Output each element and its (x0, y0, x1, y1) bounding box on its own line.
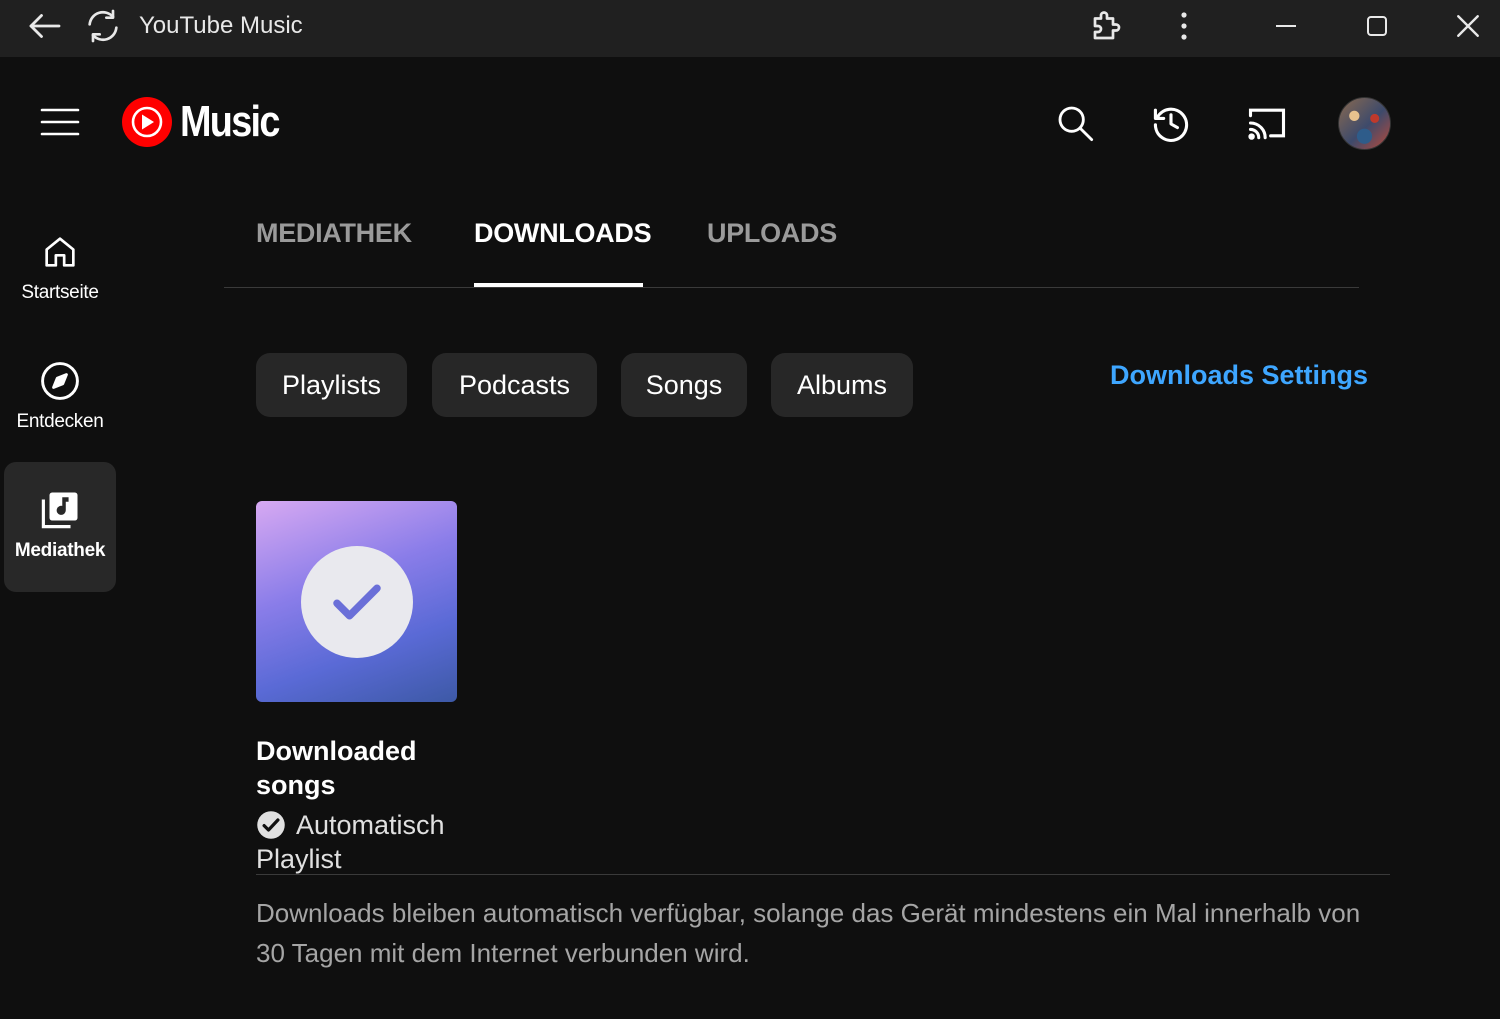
window-titlebar: YouTube Music (0, 0, 1500, 57)
sidebar-item-mediathek[interactable]: Mediathek (4, 462, 116, 592)
sidebar-item-label: Startseite (21, 282, 99, 303)
compass-icon (38, 359, 82, 403)
more-vert-icon[interactable] (1164, 0, 1204, 52)
chip-podcasts[interactable]: Podcasts (432, 353, 597, 417)
back-arrow-icon[interactable] (22, 0, 68, 52)
footer-divider (256, 874, 1390, 875)
cast-icon[interactable] (1242, 98, 1292, 148)
search-icon[interactable] (1050, 98, 1100, 148)
check-circle-icon (300, 545, 413, 658)
maximize-icon[interactable] (1357, 0, 1397, 52)
downloads-info-note: Downloads bleiben automatisch verfügbar,… (256, 898, 1361, 968)
menu-icon[interactable] (40, 106, 80, 138)
chip-playlists[interactable]: Playlists (256, 353, 407, 417)
home-icon (40, 230, 80, 274)
tab-downloads[interactable]: DOWNLOADS (474, 218, 652, 249)
sidebar-item-label: Mediathek (14, 540, 106, 561)
card-subtitle: Automatisch Playlist (256, 808, 476, 876)
sidebar-item-startseite[interactable]: Startseite (4, 230, 116, 360)
tab-mediathek[interactable]: MEDIATHEK (256, 218, 412, 249)
avatar[interactable] (1338, 97, 1391, 150)
minimize-icon[interactable] (1266, 0, 1306, 52)
tabs-divider (224, 287, 1359, 288)
reload-icon[interactable] (80, 0, 126, 52)
card-title[interactable]: Downloaded songs (256, 734, 466, 802)
downloads-settings-link[interactable]: Downloads Settings (1110, 360, 1368, 391)
youtube-music-logo[interactable]: Music (122, 97, 295, 147)
chip-albums[interactable]: Albums (771, 353, 913, 417)
history-icon[interactable] (1146, 98, 1196, 148)
chip-songs[interactable]: Songs (621, 353, 747, 417)
window-title: YouTube Music (139, 12, 303, 39)
sidebar-item-label: Entdecken (16, 411, 104, 432)
library-icon (39, 488, 81, 532)
downloaded-songs-thumbnail[interactable] (256, 501, 457, 702)
youtube-music-logo-icon (122, 97, 172, 147)
close-icon[interactable] (1447, 0, 1489, 52)
tab-uploads[interactable]: UPLOADS (707, 218, 837, 249)
verified-check-icon (257, 811, 285, 839)
extensions-icon[interactable] (1086, 0, 1128, 52)
logo-text: Music (180, 97, 280, 146)
